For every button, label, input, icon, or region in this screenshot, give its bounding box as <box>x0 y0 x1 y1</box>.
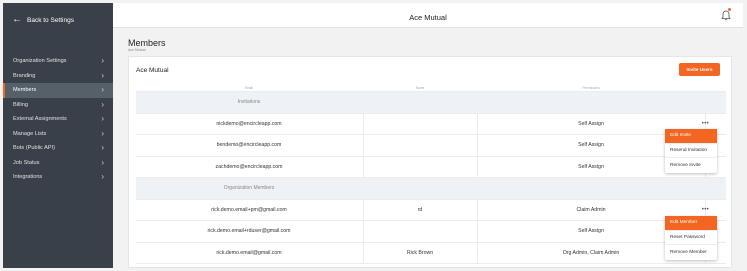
table-row: nickdemo@encircleapp.com Self Assign ••• <box>136 113 726 135</box>
sidebar-item-members[interactable]: Members › <box>3 83 113 98</box>
sidebar-item-label: Job Status <box>13 159 40 166</box>
chevron-right-icon: › <box>101 114 104 124</box>
divider <box>363 113 364 134</box>
resend-invitation-menu-item[interactable]: Resend Invitation <box>665 144 717 158</box>
column-header-permissions: Permissions <box>582 86 600 90</box>
name-cell: Rick Brown <box>406 249 434 256</box>
divider <box>477 135 478 156</box>
table-row: rick.demo.email@gmail.com Rick Brown Org… <box>136 242 726 264</box>
header-title: Ace Mutual <box>409 13 447 22</box>
sidebar-item-external-assignments[interactable]: External Assignments › <box>3 112 113 127</box>
permissions-cell: Org Admin, Claim Admin <box>562 249 620 256</box>
chevron-right-icon: › <box>101 99 104 109</box>
email-cell: nickdemo@encircleapp.com <box>216 120 282 127</box>
sidebar-nav: Organization Settings › Branding › Membe… <box>3 54 113 185</box>
table-row: zachdemo@encircleapp.com Self Assign <box>136 156 726 178</box>
sidebar-item-label: Integrations <box>13 174 43 181</box>
sidebar-item-organization-settings[interactable]: Organization Settings › <box>3 54 113 69</box>
permissions-cell: Claim Admin <box>576 206 606 213</box>
back-label: Back to Settings <box>27 16 74 24</box>
sidebar: ← Back to Settings Organization Settings… <box>3 3 113 268</box>
sidebar-item-label: Billing <box>13 101 28 108</box>
divider <box>363 199 364 220</box>
sidebar-item-label: Organization Settings <box>13 58 67 65</box>
sidebar-item-label: Members <box>13 87 37 94</box>
sidebar-item-label: Bots (Public API) <box>13 145 55 152</box>
permissions-cell: Self Assign <box>578 142 604 149</box>
table-row: bendemo@encircleapp.com Self Assign <box>136 135 726 157</box>
divider <box>477 242 478 263</box>
top-bar: Ace Mutual <box>113 3 743 28</box>
invite-users-button[interactable]: Invite Users <box>679 63 720 76</box>
more-options-icon[interactable]: ••• <box>702 121 709 127</box>
remove-invite-menu-item[interactable]: Remove Invite <box>665 158 717 173</box>
remove-member-menu-item[interactable]: Remove Member <box>665 245 717 260</box>
section-label: Organization Members <box>223 185 275 192</box>
chevron-right-icon: › <box>101 143 104 153</box>
email-cell: bendemo@encircleapp.com <box>216 142 282 149</box>
more-options-icon[interactable]: ••• <box>702 207 709 213</box>
table-row: rick.demo.email+rduser@gmail.com Self As… <box>136 221 726 243</box>
divider <box>477 156 478 177</box>
bell-icon[interactable] <box>721 10 731 21</box>
divider <box>363 156 364 177</box>
edit-invite-menu-item[interactable]: Edit Invite <box>665 129 717 144</box>
sidebar-item-label: Branding <box>13 72 36 79</box>
back-to-settings-link[interactable]: ← Back to Settings <box>12 15 74 25</box>
divider <box>477 113 478 134</box>
sidebar-item-billing[interactable]: Billing › <box>3 98 113 113</box>
divider <box>477 199 478 220</box>
divider <box>363 242 364 263</box>
sidebar-item-manage-lists[interactable]: Manage Lists › <box>3 127 113 142</box>
sidebar-item-branding[interactable]: Branding › <box>3 69 113 84</box>
members-card: Ace Mutual Invite Users Email Name Permi… <box>128 56 732 268</box>
member-actions-menu: Edit Member Reset Password Remove Member <box>665 216 717 260</box>
table-row: rick.demo.email+pm@gmail.com rd Claim Ad… <box>136 199 726 221</box>
sidebar-item-job-status[interactable]: Job Status › <box>3 156 113 171</box>
section-header-invitations: Invitations <box>136 92 726 114</box>
notification-dot <box>728 8 731 11</box>
sidebar-item-bots[interactable]: Bots (Public API) › <box>3 141 113 156</box>
card-title: Ace Mutual <box>136 67 169 74</box>
sidebar-item-label: External Assignments <box>13 116 67 123</box>
edit-member-menu-item[interactable]: Edit Member <box>665 216 717 231</box>
email-cell: zachdemo@encircleapp.com <box>215 163 283 170</box>
chevron-right-icon: › <box>101 70 104 80</box>
divider <box>363 135 364 156</box>
page-title: Members <box>128 38 166 48</box>
arrow-left-icon: ← <box>12 14 22 25</box>
chevron-right-icon: › <box>101 85 104 95</box>
page-subtitle: Ace Mutual <box>128 48 146 52</box>
chevron-right-icon: › <box>101 128 104 138</box>
permissions-cell: Self Assign <box>578 120 604 127</box>
divider <box>477 221 478 242</box>
members-table: Email Name Permissions Invitations nickd… <box>136 83 726 264</box>
column-header-name: Name <box>415 86 425 90</box>
sidebar-item-label: Manage Lists <box>13 130 47 137</box>
name-cell: rd <box>417 206 423 213</box>
chevron-right-icon: › <box>101 157 104 167</box>
invite-actions-menu: Edit Invite Resend Invitation Remove Inv… <box>665 129 717 173</box>
section-label: Invitations <box>237 99 261 106</box>
permissions-cell: Self Assign <box>578 228 604 235</box>
divider <box>363 221 364 242</box>
email-cell: rick.demo.email@gmail.com <box>216 249 282 256</box>
reset-password-menu-item[interactable]: Reset Password <box>665 231 717 245</box>
email-cell: rick.demo.email+rduser@gmail.com <box>207 228 291 235</box>
chevron-right-icon: › <box>101 56 104 66</box>
chevron-right-icon: › <box>101 172 104 182</box>
sidebar-item-integrations[interactable]: Integrations › <box>3 170 113 185</box>
permissions-cell: Self Assign <box>578 163 604 170</box>
email-cell: rick.demo.email+pm@gmail.com <box>211 206 287 213</box>
section-header-organization-members: Organization Members <box>136 178 726 200</box>
table-header: Email Name Permissions <box>136 83 726 92</box>
column-header-email: Email <box>245 86 253 90</box>
